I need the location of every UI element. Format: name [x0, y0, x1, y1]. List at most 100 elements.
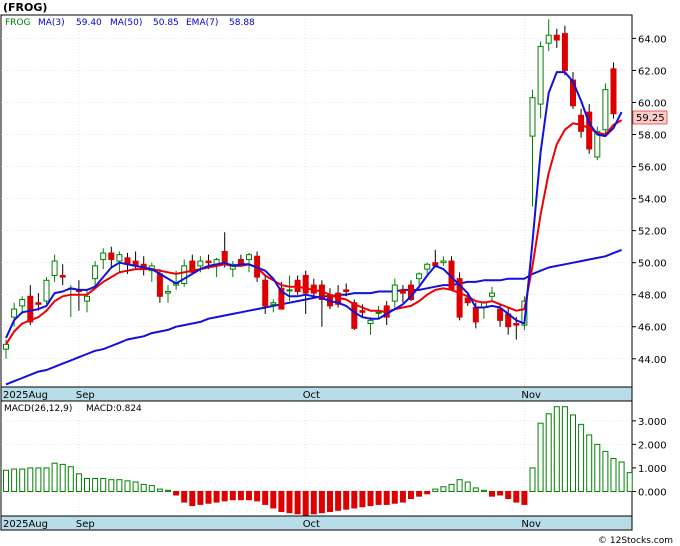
macd-bar: [399, 490, 406, 503]
candle-body: [464, 297, 471, 304]
macd-bar: [237, 490, 244, 501]
candle-body: [537, 45, 544, 105]
candle-up: [43, 277, 50, 305]
macd-bar: [270, 490, 277, 509]
candle-body: [302, 274, 309, 294]
macd-bar: [578, 423, 585, 492]
price-panel: [0, 14, 633, 388]
candle-body: [19, 299, 26, 307]
candle-body: [391, 284, 398, 302]
macd-bar: [521, 490, 528, 505]
macd-bar: [480, 489, 487, 492]
candle-body: [51, 260, 58, 276]
price-tick-label: 54.00: [638, 195, 667, 206]
macd-bar: [43, 467, 50, 492]
macd-bar: [92, 478, 99, 492]
macd-bar: [165, 489, 171, 492]
macd-bar: [456, 479, 463, 492]
macd-bar: [537, 422, 544, 492]
candle-body: [489, 292, 495, 297]
macd-bar: [19, 468, 26, 492]
candle-body: [561, 33, 568, 71]
macd-bar: [156, 488, 163, 492]
candle-body: [286, 289, 293, 292]
macd-bar: [367, 490, 374, 507]
macd-bar: [513, 490, 520, 503]
candle-body: [270, 302, 277, 305]
macd-bar: [75, 473, 82, 492]
macd-bar: [375, 490, 382, 505]
macd-date-label: Oct: [303, 519, 320, 530]
macd-bar: [448, 483, 455, 492]
candle-body: [513, 323, 520, 326]
macd-bar: [278, 490, 285, 512]
macd-bar: [229, 490, 236, 501]
macd-bar: [189, 490, 196, 507]
candle-body: [262, 279, 269, 307]
macd-bar: [11, 468, 18, 492]
price-tick-label: 48.00: [638, 291, 667, 302]
price-tick-label: 56.00: [638, 163, 667, 174]
macd-bar: [181, 490, 188, 503]
macd-bar: [626, 472, 633, 492]
macd-bar: [124, 480, 131, 492]
macd-tick-label: 2.000: [638, 440, 667, 451]
stock-chart: 44.00 46.00 48.00 50.00 52.00 54.00 56.00 58.00…: [0, 0, 680, 546]
candle-up: [602, 83, 609, 135]
legend-symbol: FROG: [5, 18, 31, 28]
legend-ma3-label: MA(3): [38, 18, 65, 28]
candle-body: [545, 34, 552, 44]
macd-bar: [310, 490, 317, 515]
macd-bar: [586, 434, 593, 492]
candle-body: [399, 289, 406, 294]
price-tick-label: 58.00: [638, 131, 667, 142]
macd-tick-label: 3.000: [638, 417, 667, 428]
macd-bar: [408, 490, 414, 500]
macd-bar: [610, 458, 617, 492]
candle-body: [529, 97, 536, 137]
macd-bar: [464, 481, 471, 492]
candle-body: [59, 274, 66, 278]
macd-bar: [440, 486, 447, 492]
macd-bar: [246, 490, 252, 501]
candle-body: [359, 310, 366, 313]
candle-body: [497, 308, 504, 321]
macd-bar: [262, 490, 269, 505]
price-tick-label: 52.00: [638, 227, 667, 238]
macd-bar: [254, 490, 261, 502]
candle-body: [27, 295, 34, 323]
macd-bar: [618, 461, 625, 492]
candle-body: [205, 260, 212, 264]
candle-body: [84, 295, 90, 302]
macd-bar: [221, 490, 228, 502]
candle-body: [246, 254, 252, 260]
candle-down: [456, 272, 463, 321]
candle-body: [416, 273, 423, 280]
macd-bar: [205, 490, 212, 504]
macd-bar: [594, 443, 601, 492]
macd-bar: [359, 490, 366, 508]
price-date-label: Sep: [76, 390, 95, 401]
macd-bar: [351, 490, 358, 509]
candle-body: [351, 302, 358, 329]
macd-bar: [148, 485, 155, 492]
macd-bar: [84, 478, 90, 492]
macd-bar: [561, 406, 568, 492]
macd-bar: [116, 479, 123, 492]
legend: FROG MA(3) 59.40 MA(50) 50.85 EMA(7) 58.…: [5, 18, 255, 28]
macd-bar: [35, 467, 42, 492]
macd-bar: [383, 490, 390, 505]
macd-bar: [67, 466, 74, 492]
candle-body: [472, 307, 479, 323]
macd-bar: [51, 462, 58, 492]
legend-ma3-value: 59.40: [76, 18, 102, 28]
macd-tick-label: 1.000: [638, 464, 667, 475]
macd-bar: [505, 490, 512, 500]
candle-body: [11, 308, 18, 318]
price-date-label: 2025Aug: [3, 390, 48, 401]
watermark: © 12Stocks.com: [598, 536, 673, 546]
candle-body: [35, 302, 42, 305]
candle-body: [343, 289, 350, 292]
macd-tick-label: 0.000: [638, 487, 667, 498]
candle-body: [553, 34, 560, 41]
